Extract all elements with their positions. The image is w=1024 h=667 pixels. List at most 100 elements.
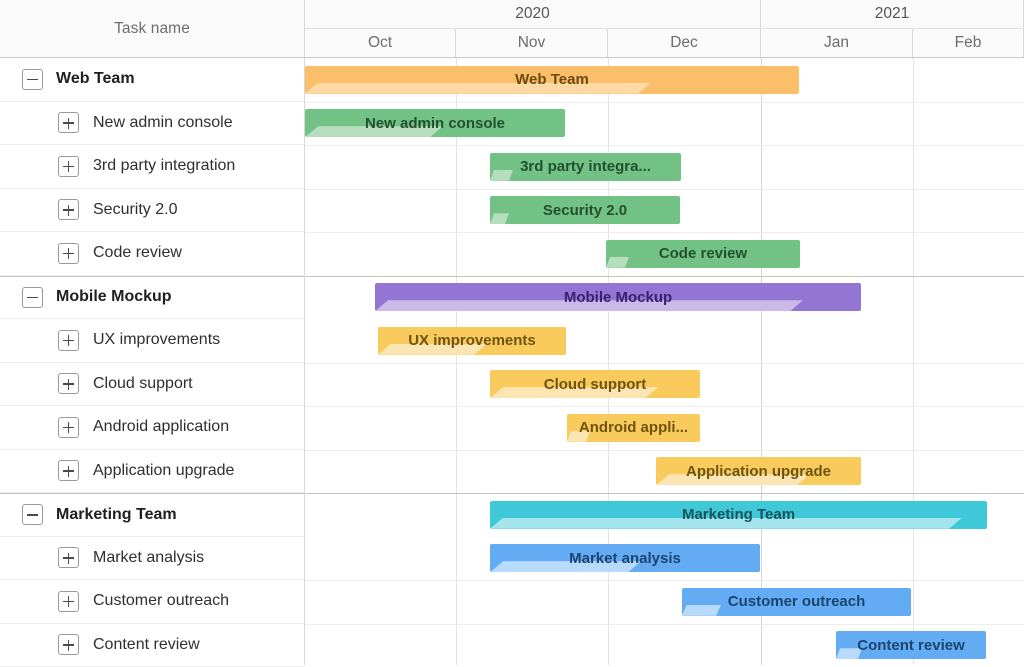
task-row-label: Content review — [93, 636, 200, 654]
plus-icon[interactable] — [58, 112, 79, 133]
month-header-Dec: Dec — [608, 29, 761, 57]
row-gridline — [305, 102, 1024, 103]
gantt-bar-label-wrap: New admin console — [305, 109, 565, 137]
task-row-label: Android application — [93, 418, 229, 436]
row-gridline — [305, 189, 1024, 190]
gantt-bar[interactable]: Mobile Mockup — [375, 283, 861, 311]
gantt-bar[interactable]: Content review — [836, 631, 986, 659]
month-header-Nov: Nov — [456, 29, 608, 57]
minus-icon[interactable] — [22, 504, 43, 525]
gantt-bar[interactable]: Market analysis — [490, 544, 760, 572]
gantt-bar[interactable]: Customer outreach — [682, 588, 911, 616]
gantt-chart: Task name 20202021 OctNovDecJanFeb Web T… — [0, 0, 1024, 665]
task-row[interactable]: Content review — [0, 624, 304, 667]
gantt-bar-label-wrap: Customer outreach — [682, 588, 911, 616]
task-row-label: Security 2.0 — [93, 201, 177, 219]
task-row-label: Market analysis — [93, 549, 204, 567]
month-gridline-Jan — [761, 58, 762, 665]
gantt-bar[interactable]: Security 2.0 — [490, 196, 680, 224]
plus-icon[interactable] — [58, 330, 79, 351]
task-row-label: Application upgrade — [93, 462, 234, 480]
gantt-bar-label: Cloud support — [544, 376, 646, 393]
task-row-label: Cloud support — [93, 375, 193, 393]
gantt-bar[interactable]: Marketing Team — [490, 501, 987, 529]
gantt-bar-label: Android appli... — [579, 419, 688, 436]
month-gridline-Dec — [608, 58, 609, 665]
row-gridline — [305, 276, 1024, 277]
task-row[interactable]: Web Team — [0, 58, 304, 102]
gantt-bar-label: Marketing Team — [682, 506, 795, 523]
timeline-header: Task name 20202021 OctNovDecJanFeb — [0, 0, 1024, 58]
plus-icon[interactable] — [58, 547, 79, 568]
task-row[interactable]: Code review — [0, 232, 304, 276]
row-gridline — [305, 363, 1024, 364]
plus-icon[interactable] — [58, 634, 79, 655]
month-gridline-Nov — [456, 58, 457, 665]
gantt-bar[interactable]: Cloud support — [490, 370, 700, 398]
gantt-bar-label: Customer outreach — [728, 593, 866, 610]
month-header-Oct: Oct — [305, 29, 456, 57]
gantt-bar[interactable]: New admin console — [305, 109, 565, 137]
gantt-bar[interactable]: 3rd party integra... — [490, 153, 681, 181]
plus-icon[interactable] — [58, 243, 79, 264]
gantt-bar-label-wrap: UX improvements — [378, 327, 566, 355]
task-list-panel: Web Team New admin console 3rd party integ… — [0, 58, 305, 665]
task-row[interactable]: Cloud support — [0, 363, 304, 407]
task-row[interactable]: Market analysis — [0, 537, 304, 581]
task-row[interactable]: Customer outreach — [0, 580, 304, 624]
gantt-bar-label-wrap: Application upgrade — [656, 457, 861, 485]
plus-icon[interactable] — [58, 156, 79, 177]
task-row[interactable]: Marketing Team — [0, 493, 304, 537]
task-row[interactable]: Android application — [0, 406, 304, 450]
gantt-bar[interactable]: Web Team — [305, 66, 799, 94]
year-header-row: 20202021 — [305, 0, 1024, 29]
task-row[interactable]: Security 2.0 — [0, 189, 304, 233]
row-gridline — [305, 232, 1024, 233]
gantt-bar-label: Code review — [659, 245, 747, 262]
plus-icon[interactable] — [58, 460, 79, 481]
gantt-bar-label-wrap: 3rd party integra... — [490, 153, 681, 181]
year-header-2020: 2020 — [305, 0, 761, 29]
gantt-bar-label-wrap: Mobile Mockup — [375, 283, 861, 311]
task-row[interactable]: Application upgrade — [0, 450, 304, 494]
gantt-bar[interactable]: Application upgrade — [656, 457, 861, 485]
timeline-panel: Web Team New admin console 3rd party integ… — [305, 58, 1024, 665]
plus-icon[interactable] — [58, 417, 79, 438]
task-row-label: New admin console — [93, 114, 233, 132]
task-row-label: Customer outreach — [93, 592, 229, 610]
minus-icon[interactable] — [22, 69, 43, 90]
task-row[interactable]: Mobile Mockup — [0, 276, 304, 320]
row-gridline — [305, 145, 1024, 146]
task-row-label: UX improvements — [93, 331, 220, 349]
gantt-bar-label-wrap: Code review — [606, 240, 800, 268]
plus-icon[interactable] — [58, 373, 79, 394]
task-name-column-header: Task name — [0, 0, 305, 57]
task-row[interactable]: UX improvements — [0, 319, 304, 363]
gantt-bar-label: Mobile Mockup — [564, 289, 672, 306]
gantt-bar[interactable]: UX improvements — [378, 327, 566, 355]
task-row[interactable]: 3rd party integration — [0, 145, 304, 189]
gantt-bar-label: Market analysis — [569, 550, 681, 567]
gantt-bar-label: Application upgrade — [686, 463, 831, 480]
task-row-label: Mobile Mockup — [56, 288, 172, 306]
row-gridline — [305, 406, 1024, 407]
gantt-bar[interactable]: Code review — [606, 240, 800, 268]
gantt-bar-label: UX improvements — [408, 332, 536, 349]
gantt-bar-label-wrap: Marketing Team — [490, 501, 987, 529]
month-header-row: OctNovDecJanFeb — [305, 29, 1024, 57]
gantt-bar-label-wrap: Market analysis — [490, 544, 760, 572]
minus-icon[interactable] — [22, 287, 43, 308]
task-row-label: Code review — [93, 244, 182, 262]
task-row-label: Web Team — [56, 70, 135, 88]
plus-icon[interactable] — [58, 199, 79, 220]
plus-icon[interactable] — [58, 591, 79, 612]
gantt-bar-label: Security 2.0 — [543, 202, 627, 219]
gantt-bar-label: 3rd party integra... — [520, 158, 651, 175]
task-row[interactable]: New admin console — [0, 102, 304, 146]
gantt-bar[interactable]: Android appli... — [567, 414, 700, 442]
month-gridline-Feb — [913, 58, 914, 665]
gantt-bar-label-wrap: Cloud support — [490, 370, 700, 398]
task-row-label: 3rd party integration — [93, 157, 235, 175]
row-gridline — [305, 493, 1024, 494]
gantt-bar-label-wrap: Security 2.0 — [490, 196, 680, 224]
